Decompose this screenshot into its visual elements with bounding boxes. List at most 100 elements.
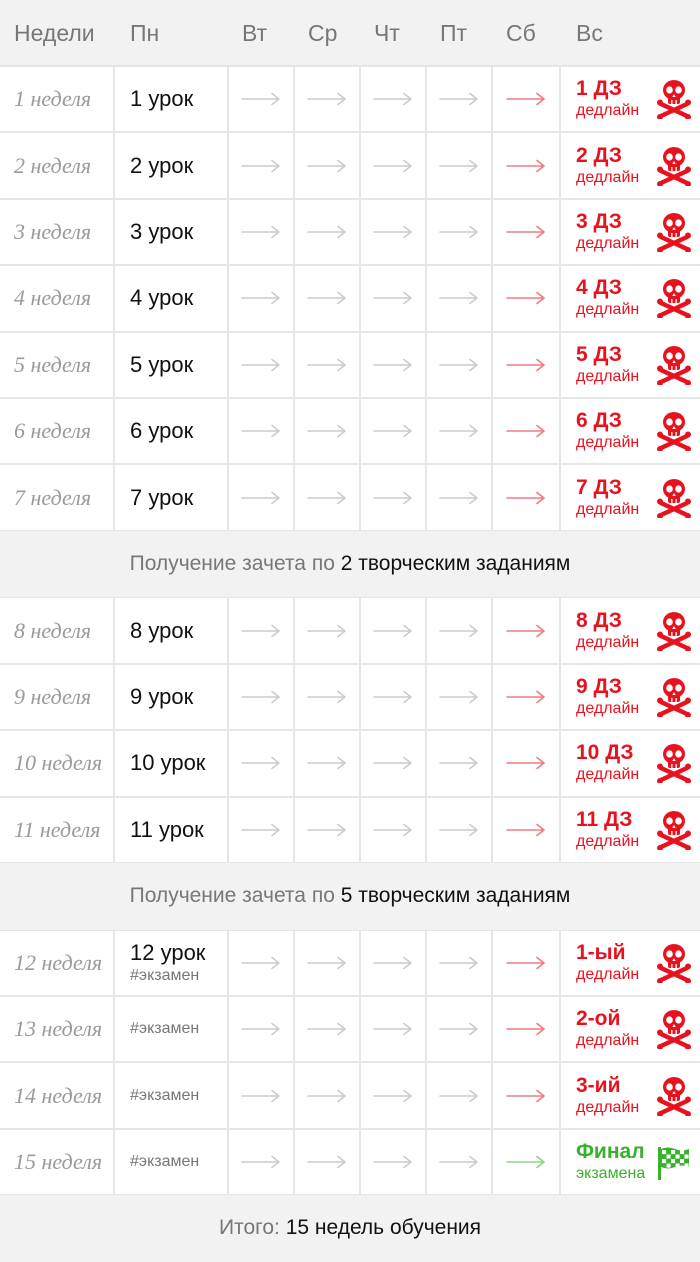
deadline-cell: 11 ДЗ дедлайн <box>560 797 700 863</box>
skull-crossbones-icon <box>656 611 692 652</box>
arrow-right-icon <box>307 1089 347 1103</box>
week-cell: 15 неделя <box>0 1129 114 1195</box>
deadline-cell: 7 ДЗ дедлайн <box>560 464 700 530</box>
arrow-right-icon <box>439 1155 479 1169</box>
week-row: 11 неделя 11 урок 11 ДЗ дедлайн <box>0 797 700 863</box>
arrow-right-icon <box>307 690 347 704</box>
lesson-cell: 2 урок <box>114 132 228 198</box>
week-cell: 2 неделя <box>0 132 114 198</box>
arrow-right-icon <box>241 1155 281 1169</box>
arrow-right-icon <box>241 225 281 239</box>
arrow-cell <box>426 664 492 730</box>
deadline-title: 1 ДЗ <box>576 77 622 101</box>
arrow-right-icon <box>373 823 413 837</box>
week-cell: 5 неделя <box>0 332 114 398</box>
arrow-cell <box>492 332 560 398</box>
week-row: 5 неделя 5 урок 5 ДЗ дедлайн <box>0 332 700 398</box>
header-day-label: Пт <box>440 19 468 46</box>
deadline-title: 5 ДЗ <box>576 342 622 366</box>
arrow-right-icon <box>241 159 281 173</box>
exam-tag: #экзамен <box>130 1086 200 1104</box>
arrow-cell <box>360 66 426 132</box>
arrow-right-icon <box>241 956 281 970</box>
deadline-cell: 9 ДЗ дедлайн <box>560 664 700 730</box>
arrow-cell <box>294 265 360 331</box>
arrow-right-icon <box>506 491 546 505</box>
arrow-right-icon <box>307 225 347 239</box>
arrow-right-icon <box>439 291 479 305</box>
arrow-right-icon <box>307 1022 347 1036</box>
deadline-cell: 10 ДЗ дедлайн <box>560 730 700 796</box>
arrow-right-icon <box>373 1089 413 1103</box>
arrow-cell <box>426 1129 492 1195</box>
arrow-cell <box>360 930 426 996</box>
week-row: 1 неделя 1 урок 1 ДЗ дедлайн <box>0 66 700 132</box>
arrow-cell <box>294 597 360 663</box>
arrow-cell <box>426 132 492 198</box>
week-cell: 12 неделя <box>0 930 114 996</box>
arrow-right-icon <box>373 159 413 173</box>
arrow-cell <box>294 464 360 530</box>
arrow-right-icon <box>506 92 546 106</box>
arrow-right-icon <box>307 956 347 970</box>
arrow-cell <box>228 730 294 796</box>
deadline-subtitle: дедлайн <box>576 301 640 319</box>
skull-crossbones-icon <box>656 943 692 984</box>
week-cell: 9 неделя <box>0 664 114 730</box>
arrow-right-icon <box>506 756 546 770</box>
header-weeks-label: Недели <box>14 19 95 46</box>
arrow-right-icon <box>439 1089 479 1103</box>
arrow-cell <box>426 1062 492 1128</box>
arrow-cell <box>492 730 560 796</box>
header-day-label: Вс <box>576 19 603 46</box>
skull-crossbones-icon <box>656 345 692 386</box>
deadline-subtitle: дедлайн <box>576 500 640 518</box>
arrow-right-icon <box>439 424 479 438</box>
header-day-label: Чт <box>374 19 400 46</box>
deadline-subtitle: дедлайн <box>576 633 640 651</box>
arrow-right-icon <box>241 92 281 106</box>
arrow-right-icon <box>241 491 281 505</box>
arrow-cell <box>360 730 426 796</box>
arrow-cell <box>228 1129 294 1195</box>
exam-tag: #экзамен <box>130 1152 200 1170</box>
arrow-cell <box>492 66 560 132</box>
deadline-subtitle: дедлайн <box>576 699 640 717</box>
arrow-right-icon <box>373 1022 413 1036</box>
arrow-right-icon <box>439 956 479 970</box>
header-day-label: Сб <box>506 19 536 46</box>
arrow-right-icon <box>307 291 347 305</box>
banner-emphasis: 5 творческим заданиям <box>340 884 571 908</box>
deadline-subtitle: дедлайн <box>576 832 640 850</box>
arrow-cell <box>360 597 426 663</box>
arrow-right-icon <box>241 823 281 837</box>
skull-crossbones-icon <box>656 79 692 121</box>
arrow-cell <box>360 664 426 730</box>
week-label: 12 неделя <box>14 949 103 975</box>
lesson-label: 7 урок <box>130 484 194 510</box>
arrow-right-icon <box>241 291 281 305</box>
deadline-subtitle: дедлайн <box>576 1032 640 1050</box>
arrow-right-icon <box>506 1155 546 1169</box>
week-label: 13 неделя <box>14 1016 103 1042</box>
arrow-cell <box>492 265 560 331</box>
arrow-cell <box>426 66 492 132</box>
arrow-cell <box>228 996 294 1062</box>
lesson-label: 1 урок <box>130 86 194 112</box>
deadline-cell: 3 ДЗ дедлайн <box>560 199 700 265</box>
deadline-title: 2-ой <box>576 1007 621 1031</box>
arrow-right-icon <box>307 358 347 372</box>
week-cell: 11 неделя <box>0 797 114 863</box>
lesson-label: 10 урок <box>130 750 206 776</box>
arrow-cell <box>360 1129 426 1195</box>
skull-crossbones-icon <box>656 278 692 320</box>
checkered-flag-icon <box>656 1142 692 1182</box>
arrow-cell <box>228 199 294 265</box>
week-label: 3 неделя <box>14 218 92 244</box>
deadline-title: 4 ДЗ <box>576 276 622 300</box>
arrow-right-icon <box>506 956 546 970</box>
lesson-cell: 3 урок <box>114 199 228 265</box>
deadline-cell: 1-ый дедлайн <box>560 930 700 996</box>
arrow-cell <box>360 332 426 398</box>
header-row: Недели Пн Вт Ср Чт Пт Сб Вс <box>0 0 700 66</box>
